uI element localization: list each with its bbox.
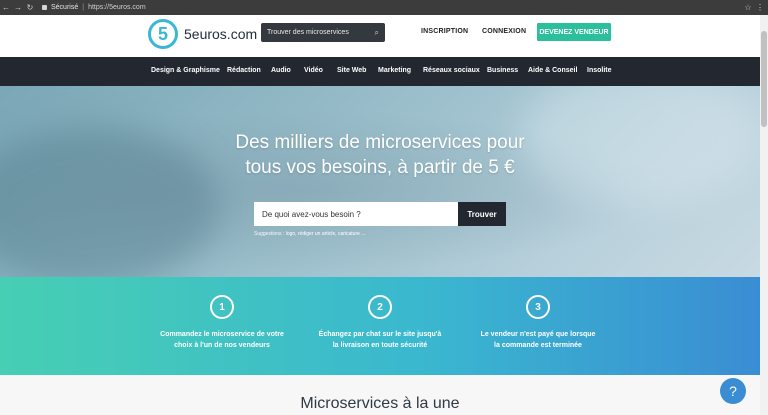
browser-menu-icon[interactable]: ⋮ <box>754 3 766 12</box>
step-3-line2: la commande est terminée <box>494 342 582 349</box>
site-header: 5 5euros.com Trouver des microservices ⌕… <box>0 15 760 57</box>
address-bar[interactable]: Sécurisé | https://5euros.com <box>42 4 146 11</box>
category-reseaux-sociaux[interactable]: Réseaux sociaux <box>423 67 480 74</box>
url-text: https://5euros.com <box>88 4 146 11</box>
step-2-text: Échangez par chat sur le site jusqu'à la… <box>300 329 460 351</box>
step-1-line2: choix à l'un de nos vendeurs <box>174 342 270 349</box>
step-2-line2: la livraison en toute sécurité <box>332 342 428 349</box>
step-2: 2 Échangez par chat sur le site jusqu'à … <box>300 295 460 351</box>
page-scrollbar[interactable] <box>760 15 768 415</box>
hero-title-line1: Des milliers de microservices pour <box>235 132 525 153</box>
site-logo[interactable]: 5 5euros.com <box>148 19 257 49</box>
category-business[interactable]: Business <box>487 67 518 74</box>
step-1: 1 Commandez le microservice de votre cho… <box>142 295 302 351</box>
category-audio[interactable]: Audio <box>271 67 291 74</box>
back-icon[interactable]: ← <box>0 0 12 15</box>
step-1-line1: Commandez le microservice de votre <box>160 331 284 338</box>
hero-search-input[interactable]: De quoi avez-vous besoin ? <box>254 202 458 226</box>
category-redaction[interactable]: Rédaction <box>227 67 261 74</box>
category-design[interactable]: Design & Graphisme <box>151 67 220 74</box>
category-aide-conseil[interactable]: Aide & Conseil <box>528 67 577 74</box>
forward-icon[interactable]: → <box>12 0 24 15</box>
step-3-line1: Le vendeur n'est payé que lorsque <box>480 331 596 338</box>
category-marketing[interactable]: Marketing <box>378 67 411 74</box>
step-1-number: 1 <box>210 295 234 319</box>
logo-text: 5euros.com <box>184 26 258 42</box>
suggestions-links[interactable]: logo, rédiger un article, caricature ... <box>286 231 366 237</box>
featured-section: Microservices à la une <box>0 375 760 415</box>
step-3-text: Le vendeur n'est payé que lorsque la com… <box>458 329 618 351</box>
step-2-line1: Échangez par chat sur le site jusqu'à <box>318 331 442 338</box>
scrollbar-thumb[interactable] <box>761 31 767 127</box>
header-search-input[interactable]: Trouver des microservices ⌕ <box>261 23 385 42</box>
category-video[interactable]: Vidéo <box>304 67 323 74</box>
how-it-works: 1 Commandez le microservice de votre cho… <box>0 277 760 375</box>
hero-title: Des milliers de microservices pour tous … <box>180 130 580 180</box>
category-insolite[interactable]: Insolite <box>587 67 612 74</box>
become-seller-button[interactable]: DEVENEZ VENDEUR <box>537 23 611 41</box>
step-3-number: 3 <box>526 295 550 319</box>
lock-icon <box>42 5 47 10</box>
browser-toolbar: ← → ↻ Sécurisé | https://5euros.com ☆ ⋮ <box>0 0 768 15</box>
hero-banner: Des milliers de microservices pour tous … <box>0 86 760 277</box>
connexion-link[interactable]: CONNEXION <box>482 28 526 35</box>
category-site-web[interactable]: Site Web <box>337 67 366 74</box>
featured-title: Microservices à la une <box>300 395 460 412</box>
step-1-text: Commandez le microservice de votre choix… <box>142 329 302 351</box>
security-label: Sécurisé <box>51 4 79 11</box>
step-2-number: 2 <box>368 295 392 319</box>
reload-icon[interactable]: ↻ <box>24 0 36 15</box>
hero-search: De quoi avez-vous besoin ? Trouver <box>254 202 506 226</box>
bookmark-star-icon[interactable]: ☆ <box>742 3 754 12</box>
address-separator: | <box>82 4 85 11</box>
suggestions-label: Suggestions : <box>254 231 285 237</box>
hero-title-line2: tous vos besoins, à partir de 5 € <box>245 157 515 178</box>
category-nav: Design & Graphisme Rédaction Audio Vidéo… <box>0 57 760 86</box>
help-button[interactable]: ? <box>720 378 746 404</box>
hero-search-button[interactable]: Trouver <box>458 202 506 226</box>
inscription-link[interactable]: INSCRIPTION <box>421 28 468 35</box>
header-search-placeholder: Trouver des microservices <box>267 29 349 36</box>
search-suggestions: Suggestions : logo, rédiger un article, … <box>254 231 365 237</box>
logo-icon: 5 <box>148 19 178 49</box>
search-icon[interactable]: ⌕ <box>375 28 379 38</box>
step-3: 3 Le vendeur n'est payé que lorsque la c… <box>458 295 618 351</box>
